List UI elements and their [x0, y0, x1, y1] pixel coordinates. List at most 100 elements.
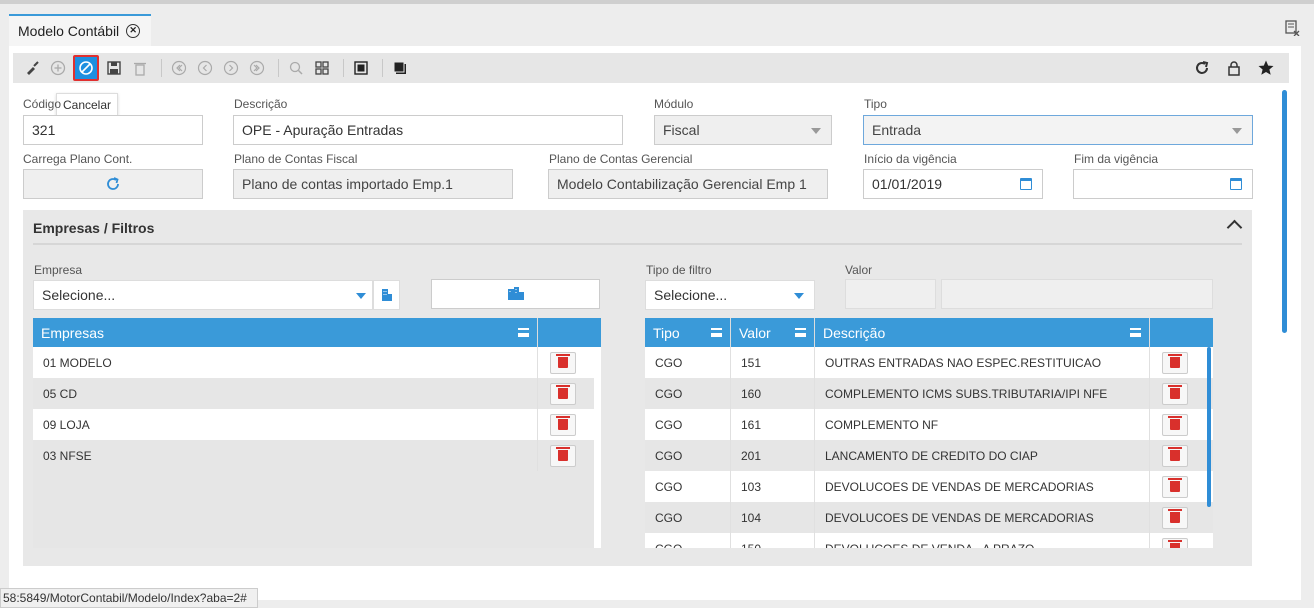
tipo-value: Entrada: [872, 122, 922, 138]
clear-list-icon[interactable]: [1284, 20, 1300, 36]
grid-header: Tipo Valor Descrição: [645, 318, 1213, 347]
descricao-cell: DEVOLUCOES DE VENDAS DE MERCADORIAS: [815, 471, 1150, 502]
next-record-icon[interactable]: [220, 57, 242, 79]
tipo-select[interactable]: Entrada: [863, 115, 1253, 145]
delete-row-button[interactable]: [1162, 351, 1188, 374]
delete-row-button[interactable]: [1162, 444, 1188, 467]
tipo-cell: CGO: [645, 378, 731, 409]
modulo-value: Fiscal: [663, 122, 700, 138]
collapse-chevron-icon[interactable]: [1226, 219, 1243, 236]
column-menu-icon[interactable]: [518, 328, 529, 337]
table-row[interactable]: CGO 104 DEVOLUCOES DE VENDAS DE MERCADORIA…: [645, 502, 1213, 533]
trash-icon: [1168, 354, 1182, 368]
header-label: Descrição: [823, 324, 886, 341]
table-row[interactable]: 01 MODELO: [33, 347, 594, 378]
delete-row-button[interactable]: [1162, 537, 1188, 548]
last-record-icon[interactable]: [246, 57, 268, 79]
descricao-cell: LANCAMENTO DE CREDITO DO CIAP: [815, 440, 1150, 471]
descricao-value: OPE - Apuração Entradas: [242, 122, 404, 138]
grid-scrollbar[interactable]: [1207, 347, 1211, 507]
delete-row-button[interactable]: [1162, 382, 1188, 405]
divider: [33, 243, 1242, 245]
delete-row-button[interactable]: [1162, 413, 1188, 436]
table-row[interactable]: CGO 103 DEVOLUCOES DE VENDAS DE MERCADORIA…: [645, 471, 1213, 502]
delete-row-button[interactable]: [550, 382, 576, 405]
copy-icon[interactable]: [389, 57, 411, 79]
valor-description-field: [941, 279, 1213, 309]
tab-title: Modelo Contábil: [18, 23, 120, 39]
empresa-select[interactable]: Selecione...: [33, 280, 373, 310]
modulo-select[interactable]: Fiscal: [654, 115, 832, 145]
column-header-empresas[interactable]: Empresas: [33, 318, 538, 347]
add-all-companies-button[interactable]: [431, 279, 600, 309]
tab-modelo-contabil[interactable]: Modelo Contábil ✕: [9, 14, 151, 46]
fim-vigencia-field[interactable]: [1073, 169, 1253, 199]
form-view-icon[interactable]: [350, 57, 372, 79]
empresas-filtros-section: Empresas / Filtros Empresa Selecione... …: [23, 210, 1252, 566]
column-header-tipo[interactable]: Tipo: [645, 318, 731, 347]
column-header-descricao[interactable]: Descrição: [815, 318, 1150, 347]
descricao-cell: OUTRAS ENTRADAS NAO ESPEC.RESTITUICAO: [815, 347, 1150, 378]
table-row[interactable]: CGO 160 COMPLEMENTO ICMS SUBS.TRIBUTARIA/I…: [645, 378, 1213, 409]
previous-record-icon[interactable]: [194, 57, 216, 79]
codigo-field[interactable]: 321: [23, 115, 203, 145]
calendar-icon[interactable]: [1230, 178, 1242, 190]
refresh-icon[interactable]: [1191, 57, 1213, 79]
table-row[interactable]: CGO 151 OUTRAS ENTRADAS NAO ESPEC.RESTITUI…: [645, 347, 1213, 378]
valor-code-field: [845, 279, 936, 309]
plano-gerencial-value: Modelo Contabilização Gerencial Emp 1: [557, 176, 807, 192]
tipo-label: Tipo: [864, 97, 887, 111]
trash-icon: [556, 354, 570, 368]
table-row[interactable]: CGO150DEVOLUCOES DE VENDA - A PRAZO: [645, 533, 1213, 548]
search-icon[interactable]: [285, 57, 307, 79]
plano-gerencial-field: Modelo Contabilização Gerencial Emp 1: [548, 169, 828, 199]
column-menu-icon[interactable]: [711, 328, 722, 337]
chevron-down-icon: [356, 293, 366, 299]
tipo-filtro-value: Selecione...: [654, 287, 728, 303]
delete-row-button[interactable]: [550, 413, 576, 436]
column-header-valor[interactable]: Valor: [731, 318, 815, 347]
toolbar-separator: [278, 59, 279, 77]
lock-icon[interactable]: [1223, 57, 1245, 79]
column-menu-icon[interactable]: [1130, 328, 1141, 337]
tipo-cell: CGO: [645, 409, 731, 440]
trash-icon: [556, 416, 570, 430]
toolbar-separator: [343, 59, 344, 77]
descricao-cell: DEVOLUCOES DE VENDAS DE MERCADORIAS: [815, 502, 1150, 533]
empresa-cell: 09 LOJA: [33, 409, 538, 440]
table-row[interactable]: 05 CD: [33, 378, 594, 409]
tipo-cell: CGO: [645, 347, 731, 378]
table-row[interactable]: 09 LOJA: [33, 409, 594, 440]
grid-view-icon[interactable]: [311, 57, 333, 79]
first-record-icon[interactable]: [168, 57, 190, 79]
company-lookup-button[interactable]: [373, 280, 400, 310]
page-scrollbar[interactable]: [1282, 90, 1287, 333]
valor-cell: 103: [731, 471, 815, 502]
table-row[interactable]: CGO 201 LANCAMENTO DE CREDITO DO CIAP: [645, 440, 1213, 471]
favorite-star-icon[interactable]: [1255, 57, 1277, 79]
column-menu-icon[interactable]: [795, 328, 806, 337]
empresa-select-value: Selecione...: [42, 287, 116, 303]
toolbar-right: [1191, 57, 1281, 79]
inicio-vigencia-field[interactable]: 01/01/2019: [863, 169, 1043, 199]
delete-row-button[interactable]: [550, 444, 576, 467]
table-row[interactable]: 03 NFSE: [33, 440, 594, 471]
action-cell: [538, 347, 594, 378]
descricao-field[interactable]: OPE - Apuração Entradas: [233, 115, 623, 145]
clean-icon[interactable]: [21, 57, 43, 79]
carrega-plano-button[interactable]: [23, 169, 203, 199]
tipo-filtro-select[interactable]: Selecione...: [645, 280, 815, 310]
delete-row-button[interactable]: [550, 351, 576, 374]
delete-row-button[interactable]: [1162, 475, 1188, 498]
delete-row-button[interactable]: [1162, 506, 1188, 529]
cancel-button[interactable]: [73, 55, 99, 81]
close-icon[interactable]: ✕: [126, 24, 141, 38]
valor-cell: 104: [731, 502, 815, 533]
save-icon[interactable]: [103, 57, 125, 79]
trash-icon: [1168, 416, 1182, 430]
add-icon[interactable]: [47, 57, 69, 79]
delete-icon[interactable]: [129, 57, 151, 79]
table-row[interactable]: CGO 161 COMPLEMENTO NF: [645, 409, 1213, 440]
calendar-icon[interactable]: [1020, 178, 1032, 190]
top-border: [0, 0, 1314, 4]
